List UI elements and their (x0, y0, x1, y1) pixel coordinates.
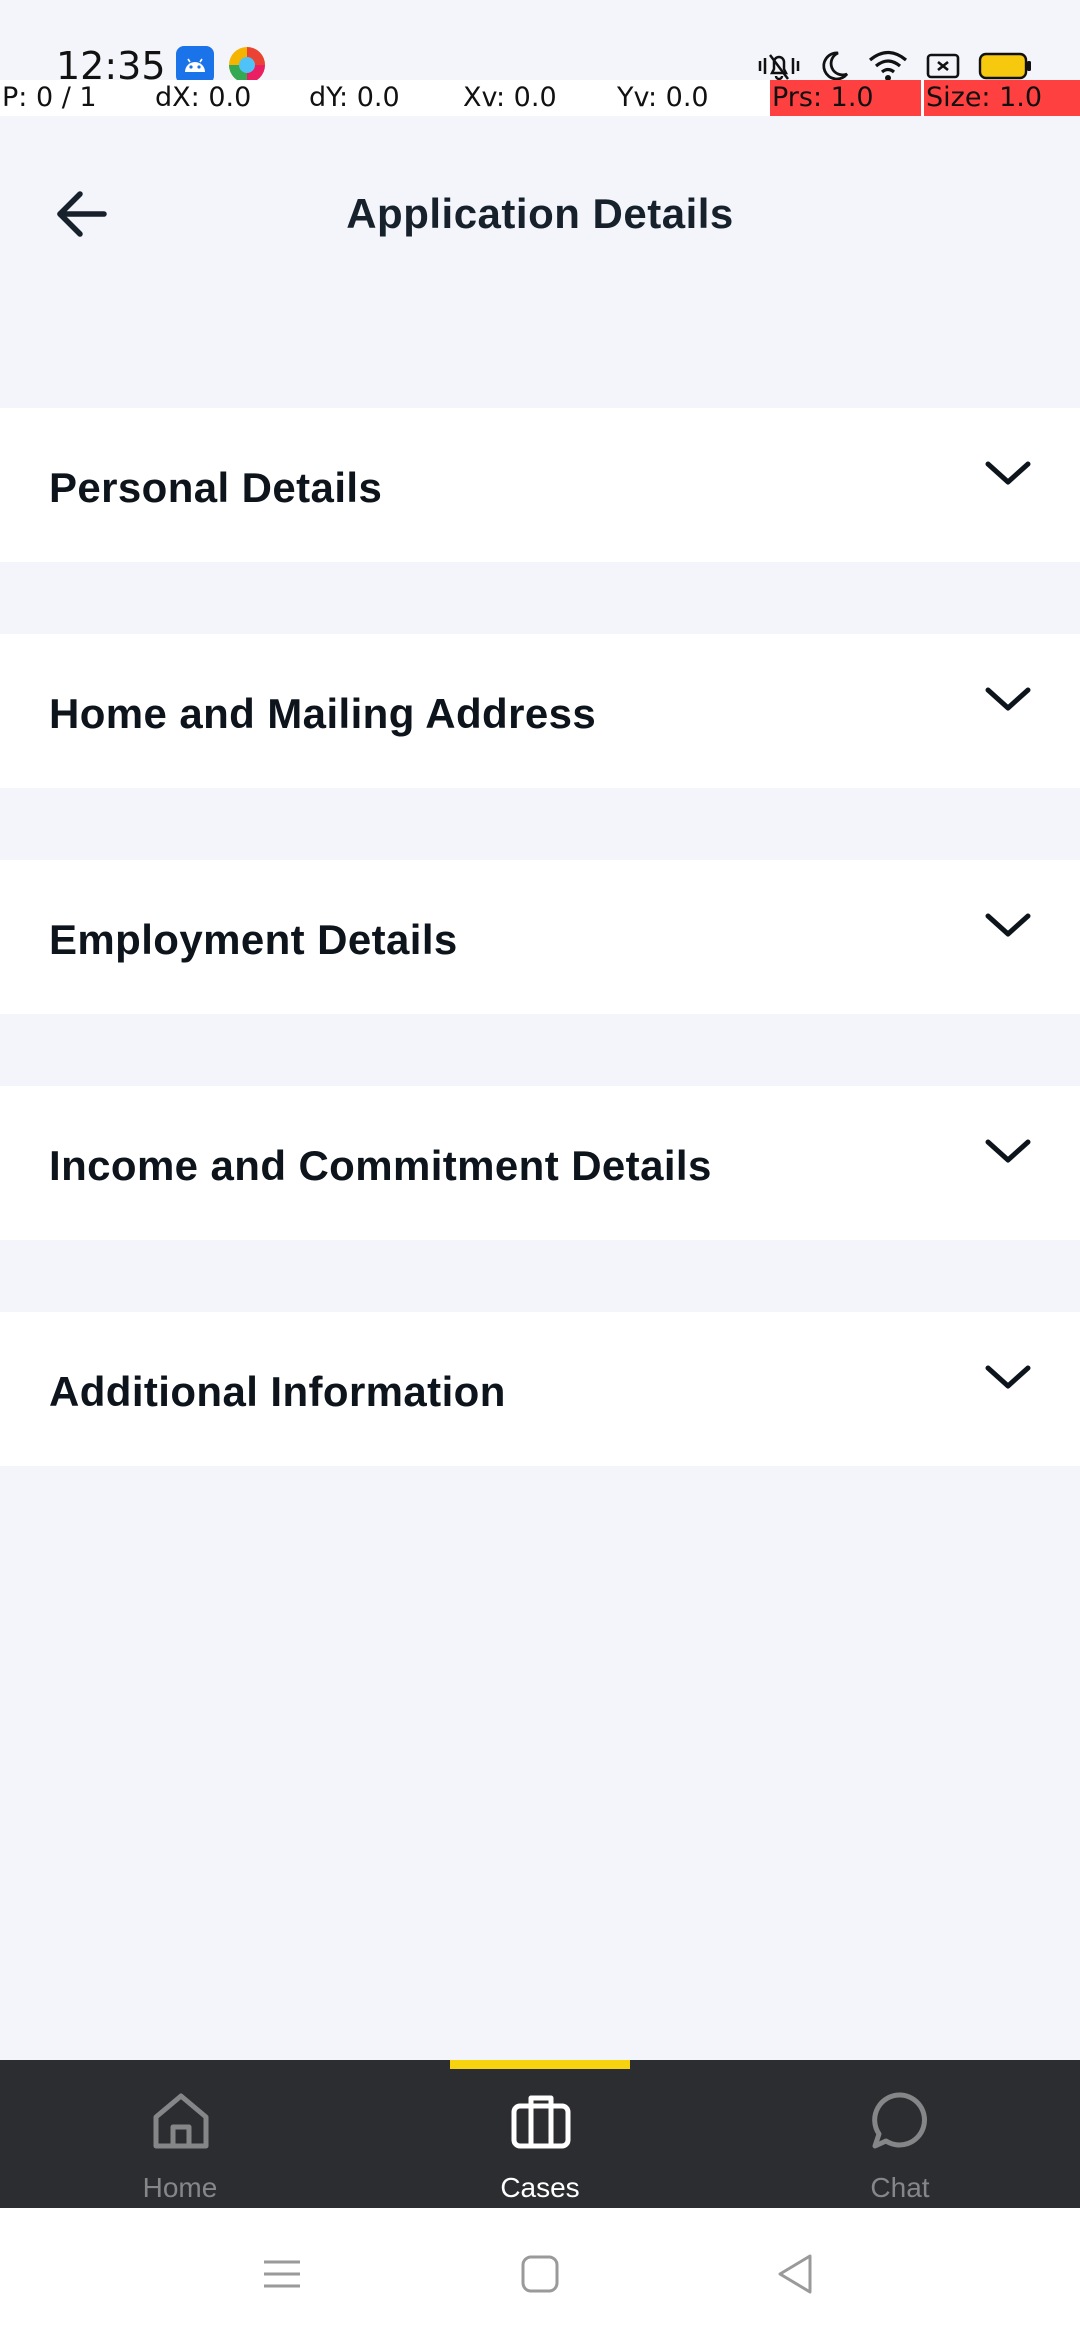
browser-app-icon (229, 47, 265, 83)
battery-icon (978, 52, 1031, 80)
screen-record-icon (926, 53, 960, 79)
nav-item-home[interactable]: Home (0, 2060, 360, 2208)
nav-item-chat[interactable]: Chat (720, 2060, 1080, 2208)
do-not-disturb-icon (822, 51, 849, 81)
nav-label: Home (142, 2172, 218, 2203)
pointer-pressure: Prs: 1.0 (770, 80, 921, 116)
wifi-icon (868, 50, 908, 81)
section-additional-information[interactable]: Additional Information (0, 1312, 1080, 1466)
app-header: Application Details (0, 150, 1080, 286)
briefcase-icon (511, 2095, 571, 2149)
section-label: Personal Details (49, 464, 383, 511)
section-home-mailing-address[interactable]: Home and Mailing Address (0, 634, 1080, 788)
chevron-down-icon (985, 1365, 1031, 1389)
pointer-size: Size: 1.0 (924, 80, 1080, 116)
bottom-navigation: Home Cases Chat (0, 2060, 1080, 2208)
section-label: Employment Details (49, 916, 458, 963)
chevron-down-icon (985, 913, 1031, 937)
section-employment-details[interactable]: Employment Details (0, 860, 1080, 1014)
page-title: Application Details (346, 190, 734, 237)
mute-vibrate-icon (758, 54, 800, 81)
chevron-down-icon (985, 461, 1031, 485)
android-app-icon (176, 46, 214, 84)
pointer-location-overlay: P: 0 / 1 dX: 0.0 dY: 0.0 Xv: 0.0 Yv: 0.0… (0, 80, 1080, 116)
pointer-xv: Xv: 0.0 (463, 82, 557, 113)
pointer-count: P: 0 / 1 (2, 82, 97, 113)
pointer-dy: dY: 0.0 (309, 82, 400, 113)
section-label: Home and Mailing Address (49, 690, 597, 737)
section-label: Additional Information (49, 1368, 506, 1415)
nav-label: Chat (870, 2172, 930, 2203)
section-label: Income and Commitment Details (49, 1142, 712, 1189)
system-navigation-bar (0, 2208, 1080, 2340)
status-bar: 12:35 (0, 0, 1080, 88)
chevron-down-icon (985, 687, 1031, 711)
pointer-yv: Yv: 0.0 (617, 82, 709, 113)
menu-icon[interactable] (258, 2250, 306, 2298)
nav-item-cases[interactable]: Cases (360, 2060, 720, 2208)
chat-bubble-icon (872, 2092, 927, 2149)
home-square-icon[interactable] (516, 2250, 564, 2298)
home-icon (153, 2093, 209, 2149)
chevron-down-icon (985, 1139, 1031, 1163)
section-income-commitment-details[interactable]: Income and Commitment Details (0, 1086, 1080, 1240)
back-triangle-icon[interactable] (772, 2250, 820, 2298)
section-personal-details[interactable]: Personal Details (0, 408, 1080, 562)
nav-label: Cases (500, 2172, 580, 2203)
pointer-dx: dX: 0.0 (155, 82, 252, 113)
app-screen: 12:35 P: 0 / 1 dX: 0.0 dY: 0.0 Xv: 0.0 Y… (0, 0, 1080, 2340)
